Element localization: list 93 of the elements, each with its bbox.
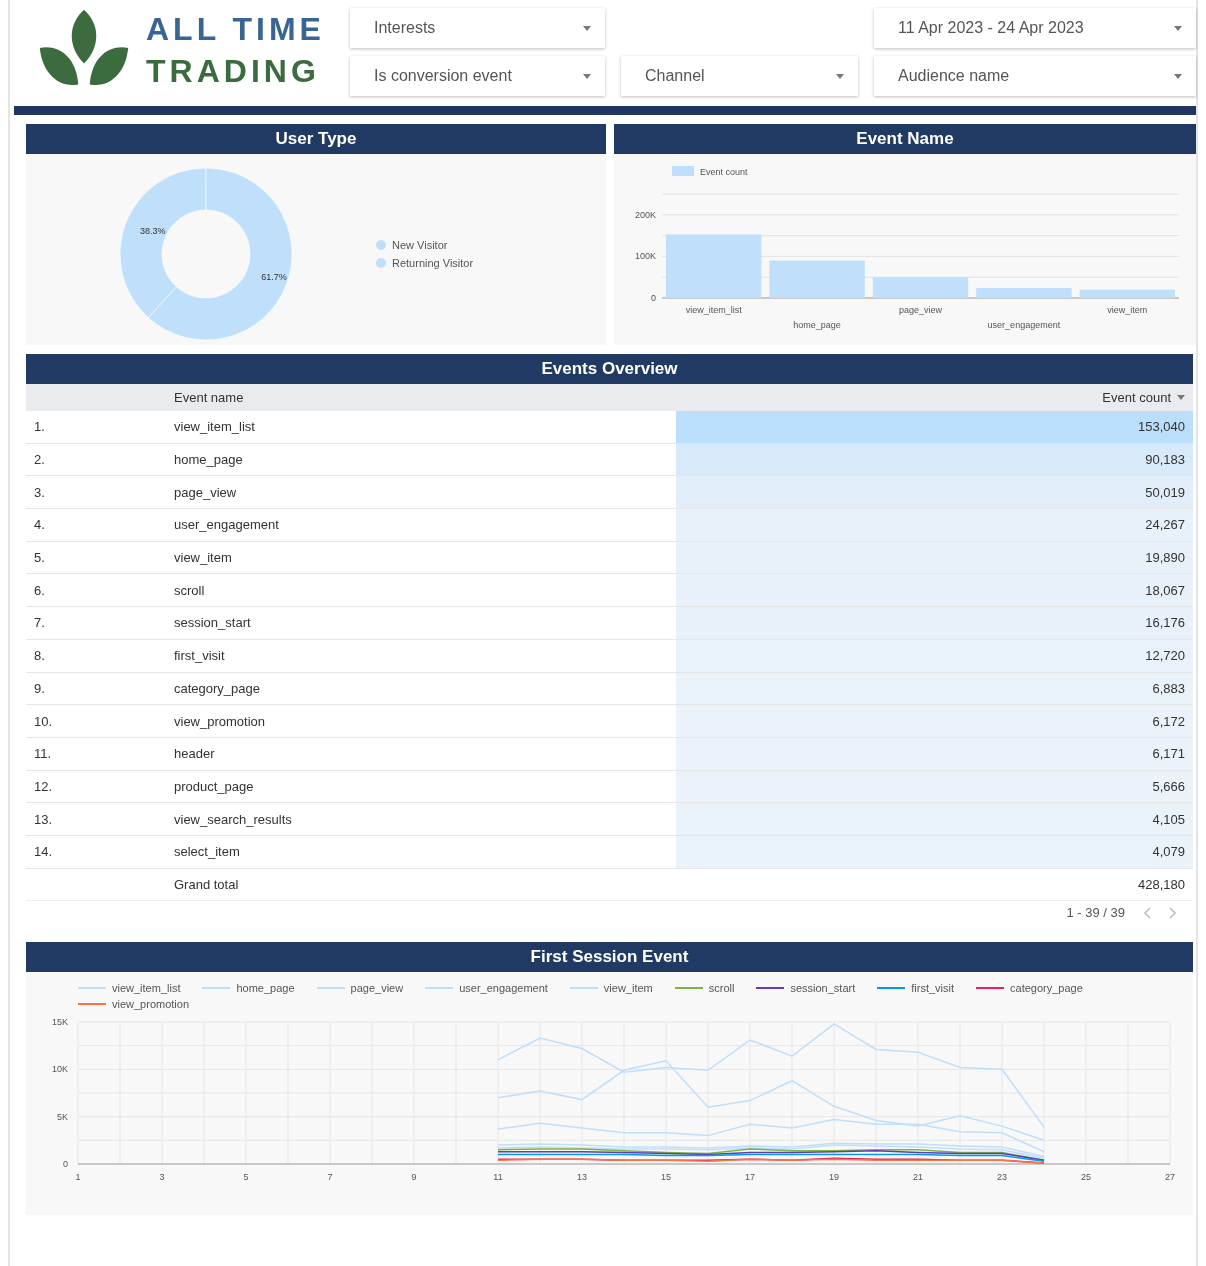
legend-item: Returning Visitor [376,257,474,269]
legend-item: view_item [569,982,653,995]
axis-label: 17 [745,1172,755,1183]
axis-label: 11 [493,1172,503,1183]
slice-label: 61.7% [261,272,287,283]
axis-label: 25 [1081,1172,1091,1183]
axis-label: page_view [899,305,942,315]
axis-label: 1 [75,1172,81,1183]
row-number: 11. [33,745,53,764]
row-number: 8. [33,647,46,666]
row-number: 14. [33,843,54,862]
table-cell: 4,105 [676,803,1193,835]
table-cell-text: view_item_list [173,418,256,437]
table-cell: 6,883 [676,672,1193,705]
row-number: 9. [33,679,46,698]
axis-label: 15 [661,1172,671,1183]
panel-title: Events Overview [26,354,1193,384]
table-cell-text: header [173,745,216,764]
axis-label: 19 [829,1172,839,1183]
axis-label: 100K [634,251,656,262]
table-cell: 50,019 [676,476,1193,509]
logo-text: ALL TIME [146,10,325,49]
row-number: 4. [33,516,46,535]
legend-item: Event count [672,166,748,177]
table-cell-text: page_view [173,483,238,502]
table-cell: 12,720 [676,639,1193,672]
table-cell-text: view_item [173,549,233,568]
table-cell: 6,172 [676,705,1193,737]
row-number: 3. [33,483,46,502]
table-cell: 24,267 [676,509,1193,541]
table-cell-text: first_visit [173,647,226,666]
axis-label: user_engagement [987,320,1061,330]
axis-label: view_item_list [685,305,742,315]
legend-label: Event count [700,167,749,177]
table-cell-text: view_search_results [173,810,293,829]
legend-item: category_page [976,982,1083,995]
axis-label: 21 [913,1172,923,1183]
legend-item: New Visitor [376,239,474,251]
row-number: 10. [33,712,54,731]
logo-text: TRADING [146,52,321,91]
table-cell-text: view_promotion [173,712,267,731]
pagination-text: 1 - 39 / 39 [1066,905,1125,921]
legend-item: view_item_list [78,982,181,995]
legend-item: session_start [756,982,856,995]
table-cell-text: category_page [173,679,261,698]
axis-label: 23 [997,1172,1007,1183]
table-cell-text: scroll [173,581,206,600]
table-cell-text: user_engagement [173,516,280,535]
legend-item: view_promotion [78,998,190,1011]
row-number: 1. [33,418,46,437]
table-cell-text: product_page [173,777,255,796]
total-value: 428,180 [1137,875,1186,894]
axis-label: 0 [63,1159,68,1170]
row-number: 2. [33,451,46,470]
axis-label: 7 [327,1172,333,1183]
table-cell: 90,183 [676,443,1193,476]
table-cell: 19,890 [676,541,1193,574]
slice-label: 38.3% [140,225,166,236]
table-cell: 18,067 [676,574,1193,607]
axis-label: 5K [57,1112,68,1122]
table-cell: 153,040 [676,411,1193,443]
table-cell-text: select_item [173,843,241,862]
axis-label: 10K [52,1064,68,1075]
axis-label: home_page [793,320,841,330]
axis-label: 9 [411,1172,417,1183]
axis-label: 0 [651,293,656,303]
axis-label: 200K [634,209,656,220]
axis-label: 27 [1165,1172,1175,1183]
legend-item: home_page [202,982,295,995]
total-label: Grand total [173,875,240,894]
axis-label: 5 [243,1172,249,1183]
legend-item: page_view [316,982,404,995]
panel-title: Event Name [614,124,1196,154]
table-cell-text: home_page [173,451,244,470]
row-number: 5. [33,549,46,568]
table-cell: 16,176 [676,607,1193,639]
row-number: 13. [33,810,54,829]
legend-item: user_engagement [425,982,548,995]
legend-item: first_visit [877,982,955,995]
axis-label: view_item [1107,305,1148,315]
axis-label: 3 [159,1172,165,1183]
row-number: 6. [33,581,46,600]
table-cell-text: session_start [173,614,252,633]
panel-title: User Type [26,124,606,154]
table-cell: 5,666 [676,770,1193,803]
table-cell: 6,171 [676,737,1193,770]
axis-label: 15K [52,1017,68,1028]
legend-item: scroll [674,982,735,995]
row-number: 7. [33,614,46,633]
table-cell: 4,079 [676,835,1193,868]
panel-title: First Session Event [26,942,1193,973]
axis-label: 13 [577,1172,587,1183]
row-number: 12. [33,777,54,796]
